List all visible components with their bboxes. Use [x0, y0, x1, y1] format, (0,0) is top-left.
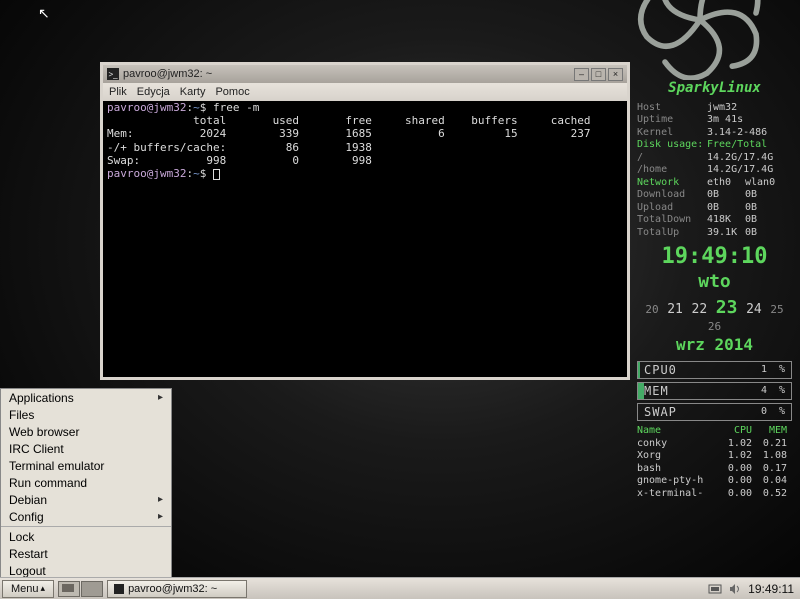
workspace-switcher[interactable] [58, 581, 103, 597]
system-tray[interactable]: 19:49:11 [708, 582, 800, 596]
terminal-menu-edycja[interactable]: Edycja [137, 86, 170, 98]
proc-row: bash0.000.17 [637, 463, 792, 476]
mouse-cursor: ↖ [38, 5, 50, 22]
workspace-2[interactable] [81, 581, 103, 597]
proc-row: conky1.020.21 [637, 438, 792, 451]
volume-tray-icon[interactable] [728, 582, 742, 596]
proc-row: gnome-pty-h0.000.04 [637, 475, 792, 488]
label-disk: Disk usage: [637, 139, 707, 152]
label-wlan: wlan0 [745, 177, 783, 190]
label-dl: Download [637, 189, 707, 202]
menu-item-run-command[interactable]: Run command [1, 474, 171, 491]
value-dl-wlan: 0B [745, 189, 783, 202]
taskbar[interactable]: Menu ▴ pavroo@jwm32: ~ 19:49:11 [0, 577, 800, 599]
menu-item-applications[interactable]: Applications▸ [1, 389, 171, 406]
conky-panel: SparkyLinux Hostjwm32 Uptime3m 41s Kerne… [637, 80, 792, 500]
value-uptime: 3m 41s [707, 114, 743, 127]
taskbar-clock[interactable]: 19:49:11 [748, 582, 794, 596]
terminal-menubar[interactable]: Plik Edycja Karty Pomoc [103, 83, 627, 101]
terminal-window[interactable]: >_ pavroo@jwm32: ~ – □ × Plik Edycja Karty… [100, 62, 630, 380]
proc-header: NameCPUMEM [637, 425, 792, 438]
window-close-button[interactable]: × [608, 68, 623, 81]
label-td: TotalDown [637, 214, 707, 227]
terminal-titlebar[interactable]: >_ pavroo@jwm32: ~ – □ × [103, 65, 627, 83]
bar-cpu: CPU01% [637, 361, 792, 379]
label-eth: eth0 [707, 177, 745, 190]
terminal-icon [114, 584, 124, 594]
chevron-right-icon: ▸ [158, 392, 163, 403]
menu-item-web-browser[interactable]: Web browser [1, 423, 171, 440]
menu-button-label: Menu [11, 583, 39, 595]
task-label: pavroo@jwm32: ~ [128, 583, 217, 595]
terminal-menu-pomoc[interactable]: Pomoc [215, 86, 249, 98]
label-home: /home [637, 164, 707, 177]
menu-separator [1, 526, 171, 527]
label-network: Network [637, 177, 707, 190]
label-host: Host [637, 102, 707, 115]
menu-item-irc-client[interactable]: IRC Client [1, 440, 171, 457]
window-minimize-button[interactable]: – [574, 68, 589, 81]
chevron-up-icon: ▴ [41, 583, 46, 594]
proc-row: Xorg1.021.08 [637, 450, 792, 463]
value-root: 14.2G/17.4G [707, 152, 773, 165]
terminal-title: pavroo@jwm32: ~ [123, 68, 572, 80]
value-dl-eth: 0B [707, 189, 745, 202]
value-td-wlan: 0B [745, 214, 783, 227]
conky-bars: CPU01% MEM4% SWAP0% [637, 361, 792, 421]
conky-clock: 19:49:10 [637, 243, 792, 271]
value-td-eth: 418K [707, 214, 745, 227]
bar-mem: MEM4% [637, 382, 792, 400]
terminal-body[interactable]: pavroo@jwm32:~$ free -m total used free … [103, 101, 627, 377]
label-kernel: Kernel [637, 127, 707, 140]
chevron-right-icon: ▸ [158, 511, 163, 522]
conky-dayofweek: wto [637, 271, 792, 294]
distro-name: SparkyLinux [637, 80, 792, 98]
label-disk2: Free/Total [707, 139, 767, 152]
taskbar-menu-button[interactable]: Menu ▴ [2, 580, 54, 598]
value-ul-wlan: 0B [745, 202, 783, 215]
value-tu-eth: 39.1K [707, 227, 745, 240]
menu-item-terminal-emulator[interactable]: Terminal emulator [1, 457, 171, 474]
terminal-menu-karty[interactable]: Karty [180, 86, 206, 98]
value-kernel: 3.14-2-486 [707, 127, 767, 140]
value-tu-wlan: 0B [745, 227, 783, 240]
bar-swap: SWAP0% [637, 403, 792, 421]
taskbar-task-terminal[interactable]: pavroo@jwm32: ~ [107, 580, 247, 598]
proc-row: x-terminal-0.000.52 [637, 488, 792, 501]
label-uptime: Uptime [637, 114, 707, 127]
menu-item-files[interactable]: Files [1, 406, 171, 423]
value-home: 14.2G/17.4G [707, 164, 773, 177]
menu-item-debian[interactable]: Debian▸ [1, 491, 171, 508]
label-tu: TotalUp [637, 227, 707, 240]
window-maximize-button[interactable]: □ [591, 68, 606, 81]
menu-item-config[interactable]: Config▸ [1, 508, 171, 525]
terminal-menu-plik[interactable]: Plik [109, 86, 127, 98]
workspace-1[interactable] [58, 581, 80, 597]
label-ul: Upload [637, 202, 707, 215]
menu-item-lock[interactable]: Lock [1, 528, 171, 545]
network-tray-icon[interactable] [708, 582, 722, 596]
chevron-right-icon: ▸ [158, 494, 163, 505]
label-root: / [637, 152, 707, 165]
value-host: jwm32 [707, 102, 737, 115]
conky-calendar: 20 21 22 23 24 25 26 [637, 297, 792, 333]
value-ul-eth: 0B [707, 202, 745, 215]
terminal-icon: >_ [107, 68, 119, 80]
distro-swirl-logo [630, 0, 770, 80]
conky-month: wrz 2014 [637, 335, 792, 355]
menu-item-restart[interactable]: Restart [1, 545, 171, 562]
proc-list: conky1.020.21Xorg1.021.08bash0.000.17gno… [637, 438, 792, 501]
app-menu-popup[interactable]: Applications▸FilesWeb browserIRC ClientT… [0, 388, 172, 580]
